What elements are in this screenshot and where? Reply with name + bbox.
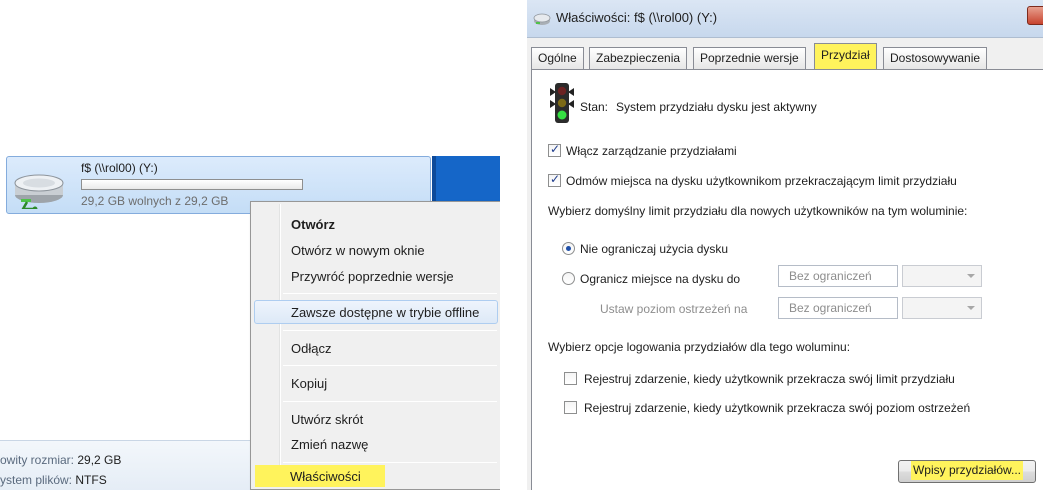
menu-separator — [283, 293, 497, 294]
log-limit-label: Rejestruj zdarzenie, kiedy użytkownik pr… — [584, 372, 955, 386]
menu-item-restore-previous-versions[interactable]: Przywróć poprzednie wersje — [254, 264, 498, 288]
warning-level-label: Ustaw poziom ostrzeżeń na — [600, 302, 748, 316]
menu-item-properties[interactable]: Właściwości — [253, 465, 453, 487]
tab-strip: Ogólne Zabezpieczenia Poprzednie wersje … — [527, 43, 1043, 69]
network-drive-icon — [14, 174, 64, 209]
properties-dialog: Właściwości: f$ (\\rol00) (Y:) Ogólne Za… — [527, 0, 1043, 490]
limit-to-label: Ogranicz miejsce na dysku do — [580, 272, 741, 286]
close-icon[interactable] — [1027, 6, 1043, 25]
no-limit-label: Nie ograniczaj użycia dysku — [580, 242, 729, 256]
menu-item-always-offline[interactable]: Zawsze dostępne w trybie offline — [254, 300, 498, 324]
status-label: Stan: — [580, 100, 609, 114]
menu-item-create-shortcut[interactable]: Utwórz skrót — [254, 407, 498, 431]
tab-security[interactable]: Zabezpieczenia — [589, 47, 688, 69]
deny-space-checkbox[interactable] — [548, 172, 561, 187]
menu-separator — [283, 365, 497, 366]
log-limit-checkbox[interactable] — [564, 372, 577, 385]
dialog-title: Właściwości: f$ (\\rol00) (Y:) — [556, 10, 718, 25]
quota-entries-label: Wpisy przydziałów... — [910, 461, 1024, 480]
detail-fs-value: NTFS — [75, 473, 107, 487]
chevron-down-icon — [967, 306, 975, 310]
quota-entries-button[interactable]: Wpisy przydziałów... — [898, 460, 1036, 483]
tab-customize[interactable]: Dostosowywanie — [883, 47, 988, 69]
detail-total-value: 29,2 GB — [77, 453, 122, 467]
detail-total-label: owity rozmiar: — [0, 453, 75, 467]
drive-usage-bar — [81, 179, 303, 190]
warning-unit-dropdown[interactable] — [902, 297, 982, 319]
detail-file-system: ystem plików: NTFS — [0, 473, 107, 487]
status-text: System przydziału dysku jest aktywny — [616, 100, 817, 114]
detail-total-size: owity rozmiar: 29,2 GB — [0, 453, 121, 467]
limit-to-radio[interactable] — [562, 272, 575, 285]
menu-item-copy[interactable]: Kopiuj — [254, 371, 498, 395]
menu-item-disconnect[interactable]: Odłącz — [254, 336, 498, 360]
explorer-window: f$ (\\rol00) (Y:) 29,2 GB wolnych z 29,2… — [0, 0, 500, 490]
tab-quota[interactable]: Przydział — [814, 43, 877, 69]
tab-previous-versions[interactable]: Poprzednie wersje — [693, 47, 806, 69]
chevron-down-icon — [967, 274, 975, 278]
limit-unit-dropdown[interactable] — [902, 265, 982, 287]
menu-item-open-new-window[interactable]: Otwórz w nowym oknie — [254, 238, 498, 262]
deny-space-label: Odmów miejsca na dysku użytkownikom prze… — [566, 174, 957, 188]
drive-name: f$ (\\rol00) (Y:) — [81, 161, 158, 175]
detail-fs-label: ystem plików: — [0, 473, 73, 487]
drive-properties-icon — [533, 13, 551, 25]
menu-item-rename[interactable]: Zmień nazwę — [254, 432, 498, 456]
menu-separator — [283, 462, 497, 463]
menu-item-open[interactable]: Otwórz — [254, 212, 498, 236]
menu-separator — [283, 330, 497, 331]
quota-tab-panel: Stan: System przydziału dysku jest aktyw… — [531, 69, 1043, 490]
menu-separator — [283, 401, 497, 402]
enable-quota-label: Włącz zarządzanie przydziałami — [566, 144, 737, 158]
log-warning-label: Rejestruj zdarzenie, kiedy użytkownik pr… — [584, 401, 971, 415]
log-warning-checkbox[interactable] — [564, 401, 577, 414]
dialog-titlebar: Właściwości: f$ (\\rol00) (Y:) — [527, 0, 1043, 38]
warning-value-field[interactable]: Bez ograniczeń — [778, 297, 898, 319]
drive-free-space: 29,2 GB wolnych z 29,2 GB — [81, 194, 229, 208]
logging-heading: Wybierz opcje logowania przydziałów dla … — [548, 340, 851, 354]
traffic-light-icon — [550, 83, 574, 123]
details-pane: owity rozmiar: 29,2 GB ystem plików: NTF… — [0, 440, 260, 490]
tab-general[interactable]: Ogólne — [531, 47, 584, 69]
no-limit-radio[interactable] — [562, 242, 575, 255]
default-limit-heading: Wybierz domyślny limit przydziału dla no… — [548, 204, 968, 218]
context-menu: Otwórz Otwórz w nowym oknie Przywróć pop… — [250, 201, 500, 490]
enable-quota-checkbox[interactable] — [548, 142, 561, 157]
limit-value-field[interactable]: Bez ograniczeń — [778, 265, 898, 287]
